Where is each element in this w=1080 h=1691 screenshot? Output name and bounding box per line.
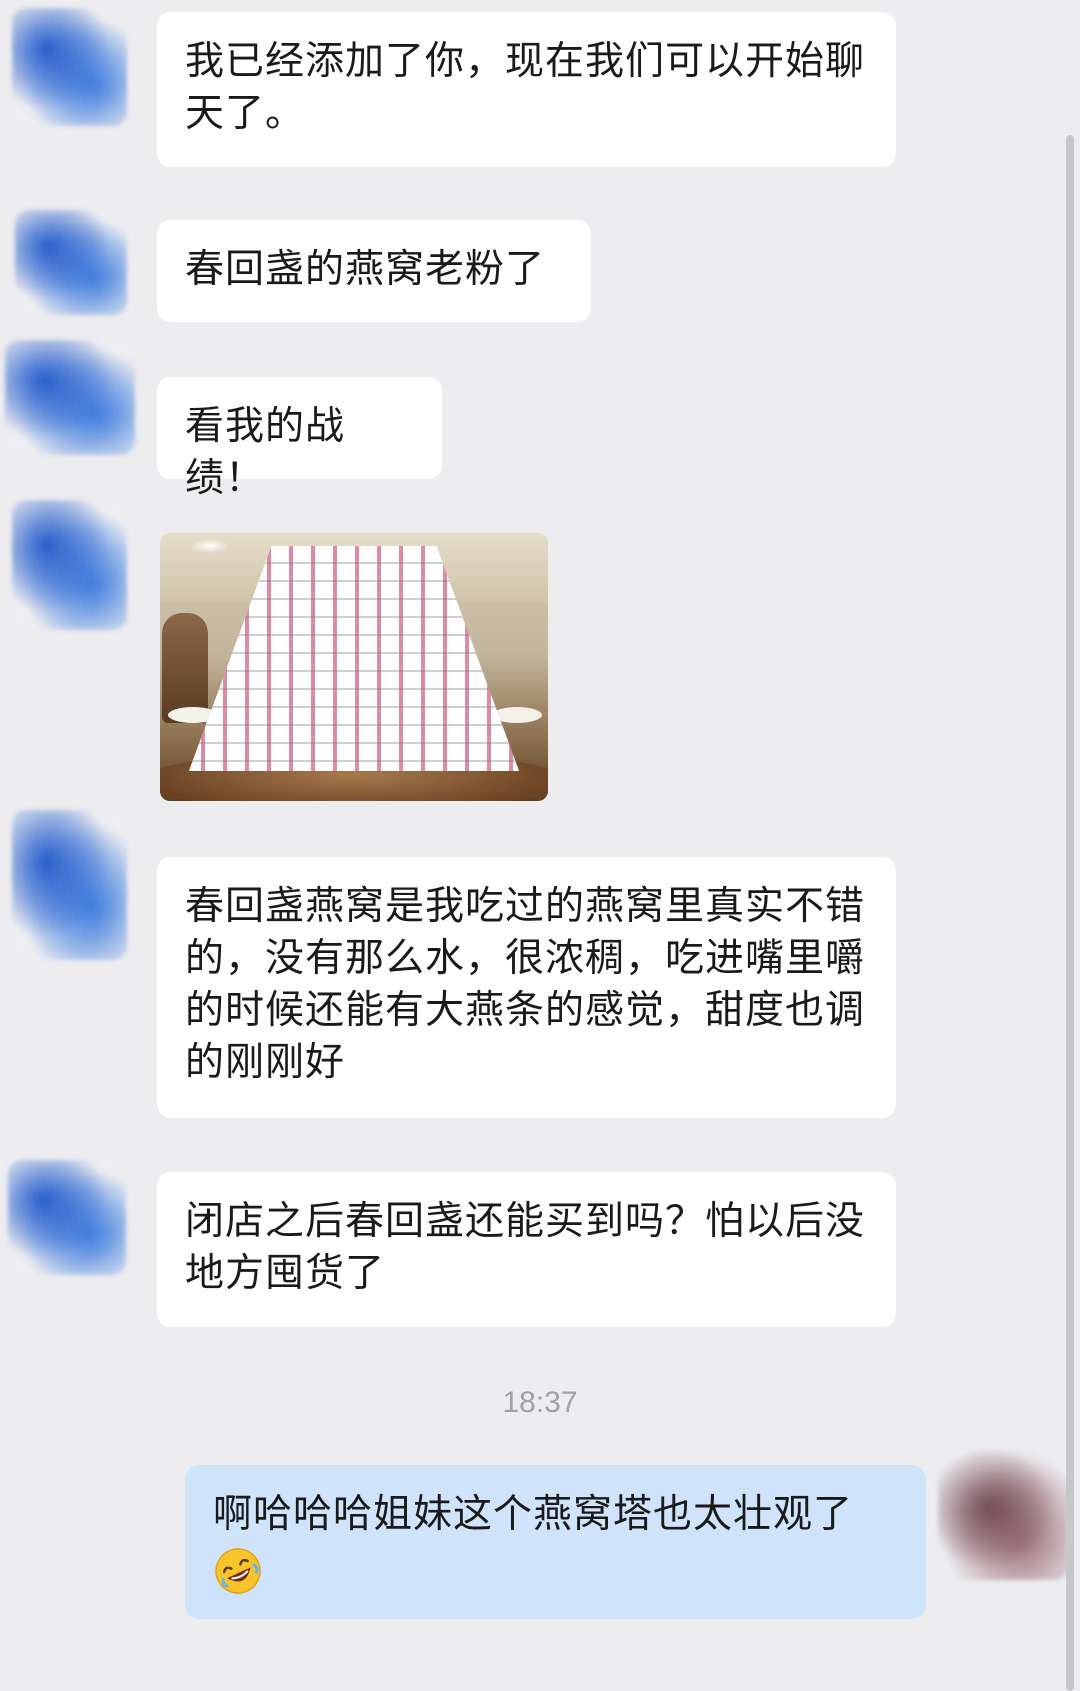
self-avatar[interactable] [938, 1450, 1068, 1580]
message-text: 啊哈哈哈姐妹这个燕窝塔也太壮观了 [213, 1492, 854, 1537]
contact-avatar[interactable] [15, 210, 127, 315]
contact-avatar[interactable] [12, 810, 127, 960]
contact-avatar[interactable] [12, 500, 127, 630]
message-bubble-incoming[interactable]: 春回盏的燕窝老粉了 [157, 220, 591, 322]
scrollbar[interactable] [1066, 135, 1074, 1691]
rolling-on-the-floor-laughing-emoji [215, 1547, 261, 1594]
message-image[interactable] [160, 533, 548, 801]
message-bubble-incoming[interactable]: 闭店之后春回盏还能买到吗？怕以后没地方囤货了 [157, 1172, 896, 1327]
message-bubble-incoming[interactable]: 春回盏燕窝是我吃过的燕窝里真实不错的，没有那么水，很浓稠，吃进嘴里嚼的时候还能有… [157, 857, 896, 1118]
timestamp: 18:37 [502, 1386, 578, 1419]
message-text: 闭店之后春回盏还能买到吗？怕以后没地方囤货了 [185, 1199, 866, 1296]
message-text: 看我的战绩！ [185, 404, 346, 501]
message-bubble-outgoing[interactable]: 啊哈哈哈姐妹这个燕窝塔也太壮观了 [185, 1465, 926, 1619]
contact-avatar[interactable] [5, 340, 135, 455]
message-bubble-incoming[interactable]: 我已经添加了你，现在我们可以开始聊天了。 [157, 12, 896, 167]
message-bubble-incoming[interactable]: 看我的战绩！ [157, 377, 442, 501]
contact-avatar[interactable] [8, 1160, 126, 1275]
message-text: 我已经添加了你，现在我们可以开始聊天了。 [185, 39, 866, 136]
message-text: 春回盏的燕窝老粉了 [185, 247, 546, 292]
message-text: 春回盏燕窝是我吃过的燕窝里真实不错的，没有那么水，很浓稠，吃进嘴里嚼的时候还能有… [185, 884, 866, 1085]
contact-avatar[interactable] [12, 8, 127, 126]
